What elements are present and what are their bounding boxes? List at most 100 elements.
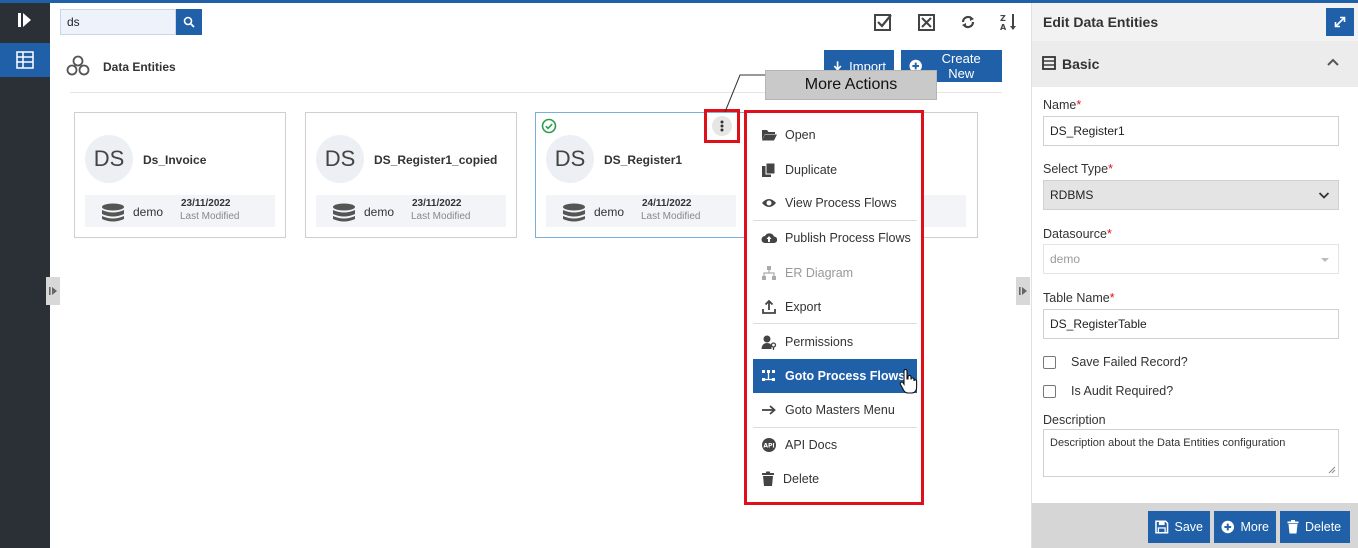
- kebab-menu-icon: [720, 120, 724, 132]
- edit-panel-footer: Save More Delete: [1032, 503, 1358, 548]
- process-flow-icon: [762, 369, 775, 381]
- save-icon: [1155, 520, 1169, 534]
- deselect-all-button[interactable]: [915, 10, 939, 34]
- nav-item-data-entities[interactable]: [0, 43, 50, 77]
- menu-item-permissions[interactable]: Permissions: [753, 324, 917, 358]
- datasource-dropdown[interactable]: demo: [1043, 244, 1339, 274]
- edit-panel-header: Edit Data Entities: [1032, 3, 1358, 41]
- more-button[interactable]: More: [1214, 511, 1276, 543]
- api-icon: API: [762, 437, 776, 452]
- user-key-icon: [761, 335, 777, 350]
- edit-panel-title: Edit Data Entities: [1043, 14, 1159, 30]
- copy-icon: [762, 162, 776, 177]
- trash-icon: [1287, 520, 1299, 534]
- svg-text:A: A: [1000, 23, 1007, 32]
- audit-required-checkbox[interactable]: [1043, 385, 1056, 398]
- edit-panel: Edit Data Entities Basic Name* DS_Regist…: [1031, 3, 1358, 548]
- entity-card[interactable]: DS DS_Register1_copied demo 23/11/2022 L…: [305, 112, 517, 238]
- entity-card-partial[interactable]: [920, 112, 978, 238]
- refresh-button[interactable]: [956, 10, 980, 34]
- more-actions-button[interactable]: [704, 109, 740, 143]
- table-name-field[interactable]: DS_RegisterTable: [1043, 309, 1339, 339]
- card-avatar: DS: [546, 135, 594, 183]
- entity-card[interactable]: DS Ds_Invoice demo 23/11/2022 Last Modif…: [74, 112, 286, 238]
- sort-button[interactable]: ZA: [997, 10, 1021, 34]
- card-modified-label: Last Modified: [641, 211, 701, 222]
- checkbox-x-icon: [918, 14, 935, 31]
- section-title: Basic: [1062, 56, 1100, 72]
- menu-item-publish-process-flows[interactable]: Publish Process Flows: [753, 221, 917, 255]
- expand-icon: [1334, 16, 1346, 28]
- menu-item-view-process-flows[interactable]: View Process Flows: [753, 187, 917, 222]
- hand-cursor-icon: [899, 369, 918, 394]
- search-icon: [183, 16, 195, 28]
- database-icon: [102, 203, 124, 222]
- eye-icon: [762, 199, 776, 208]
- card-modified-label: Last Modified: [180, 211, 240, 222]
- database-icon: [333, 203, 355, 222]
- card-name: DS_Register1: [604, 153, 683, 167]
- audit-required-label: Is Audit Required?: [1071, 384, 1174, 398]
- description-textarea[interactable]: Description about the Data Entities conf…: [1043, 429, 1339, 477]
- menu-item-duplicate[interactable]: Duplicate: [753, 152, 917, 186]
- expand-panel-button[interactable]: [1326, 8, 1354, 36]
- caret-down-icon: [1321, 258, 1329, 262]
- refresh-icon: [961, 15, 975, 29]
- menu-item-label: Delete: [783, 472, 820, 487]
- arrow-right-icon: [762, 405, 776, 415]
- card-datasource: demo: [364, 205, 395, 219]
- name-label: Name*: [1043, 98, 1082, 112]
- card-name: DS_Register1_copied: [374, 153, 498, 167]
- left-nav: [0, 3, 50, 548]
- menu-item-label: Permissions: [785, 334, 854, 349]
- folder-open-icon: [762, 130, 777, 141]
- name-field[interactable]: DS_Register1: [1043, 116, 1339, 146]
- play-bar-icon: [18, 13, 31, 27]
- card-date: 23/11/2022: [181, 198, 231, 209]
- svg-text:Z: Z: [1000, 14, 1006, 23]
- menu-item-label: Publish Process Flows: [785, 231, 911, 246]
- play-bar-icon: [49, 287, 57, 295]
- menu-item-goto-masters-menu[interactable]: Goto Masters Menu: [753, 393, 917, 428]
- save-button[interactable]: Save: [1148, 511, 1210, 543]
- menu-item-label: Goto Masters Menu: [785, 402, 895, 417]
- menu-item-label: ER Diagram: [785, 265, 854, 280]
- expand-nav-button[interactable]: [0, 3, 50, 37]
- delete-button[interactable]: Delete: [1280, 511, 1350, 543]
- menu-item-api-docs[interactable]: API API Docs: [753, 428, 917, 462]
- menu-item-export[interactable]: Export: [753, 290, 917, 325]
- select-type-dropdown[interactable]: RDBMS: [1043, 180, 1339, 210]
- search-button[interactable]: [176, 9, 202, 35]
- description-label: Description: [1043, 413, 1106, 427]
- database-icon: [563, 203, 585, 222]
- search-input[interactable]: [60, 9, 176, 35]
- basic-section-header[interactable]: Basic: [1032, 41, 1358, 87]
- card-footer: [920, 195, 966, 227]
- sitemap-icon: [762, 265, 776, 280]
- more-actions-tooltip: More Actions: [765, 70, 937, 100]
- entity-card-selected[interactable]: DS DS_Register1 demo 24/11/2022 Last Mod…: [535, 109, 747, 238]
- menu-item-delete[interactable]: Delete: [753, 462, 917, 496]
- select-type-label: Select Type*: [1043, 162, 1113, 176]
- save-failed-label: Save Failed Record?: [1071, 355, 1188, 369]
- card-datasource: demo: [594, 205, 625, 219]
- select-all-button[interactable]: [871, 10, 895, 34]
- card-footer: demo 24/11/2022 Last Modified: [546, 195, 736, 227]
- sort-az-icon: ZA: [1000, 14, 1016, 32]
- card-footer: demo 23/11/2022 Last Modified: [85, 195, 275, 227]
- menu-item-open[interactable]: Open: [753, 118, 917, 152]
- check-circle-icon: [541, 118, 557, 134]
- right-panel-toggle[interactable]: [1016, 277, 1030, 305]
- menu-item-er-diagram[interactable]: ER Diagram: [753, 256, 917, 290]
- chevron-down-icon: [1318, 192, 1330, 199]
- save-failed-checkbox[interactable]: [1043, 356, 1056, 369]
- left-panel-toggle[interactable]: [46, 277, 60, 305]
- card-modified-label: Last Modified: [411, 211, 471, 222]
- menu-item-goto-process-flows[interactable]: Goto Process Flows: [753, 358, 917, 394]
- save-label: Save: [1174, 520, 1204, 534]
- play-bar-icon: [1019, 287, 1027, 295]
- card-footer: demo 23/11/2022 Last Modified: [316, 195, 506, 227]
- chevron-up-icon: [1327, 58, 1339, 66]
- menu-item-label: Duplicate: [785, 162, 838, 177]
- card-avatar: DS: [85, 135, 133, 183]
